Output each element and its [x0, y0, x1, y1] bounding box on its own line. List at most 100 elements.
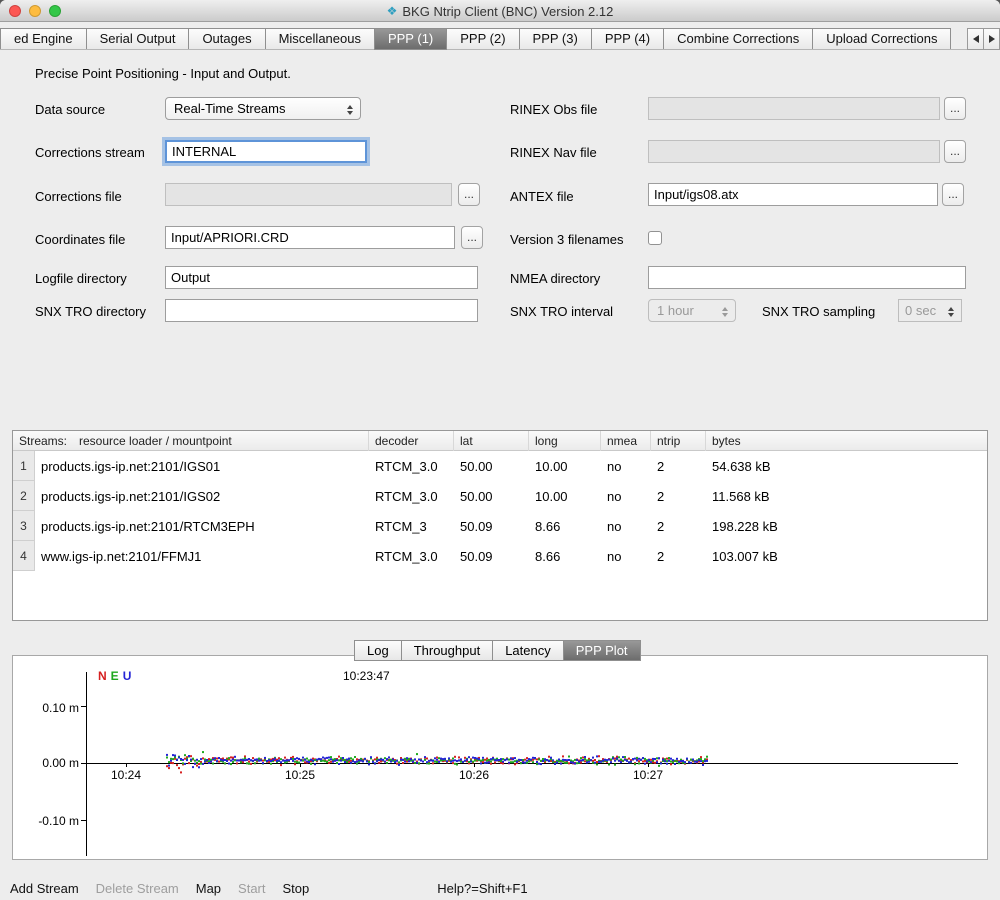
bottom-tab-throughput[interactable]: Throughput: [401, 640, 494, 661]
delete-stream-button: Delete Stream: [96, 881, 179, 896]
cell-ntrip: 2: [651, 489, 706, 504]
cell-nmea: no: [601, 459, 651, 474]
col-header-bytes: bytes: [706, 431, 987, 451]
tab-ppp-2[interactable]: PPP (2): [446, 28, 519, 50]
rinex-nav-input[interactable]: [648, 140, 940, 163]
cell-lat: 50.00: [454, 489, 529, 504]
cell-bytes: 11.568 kB: [706, 489, 987, 504]
snx-tro-interval-select[interactable]: 1 hour: [648, 299, 736, 322]
rinex-obs-input[interactable]: [648, 97, 940, 120]
table-row[interactable]: 2 products.igs-ip.net:2101/IGS02 RTCM_3.…: [13, 481, 987, 511]
rinex-nav-label: RINEX Nav file: [510, 145, 597, 160]
cell-ntrip: 2: [651, 459, 706, 474]
snx-tro-sampling-label: SNX TRO sampling: [762, 304, 875, 319]
tab-ppp-4[interactable]: PPP (4): [591, 28, 664, 50]
cell-nmea: no: [601, 489, 651, 504]
stepper-icon: [343, 101, 357, 118]
tab-serial-output[interactable]: Serial Output: [86, 28, 190, 50]
coordinates-file-input[interactable]: [165, 226, 455, 249]
cell-long: 10.00: [529, 459, 601, 474]
antex-file-browse-button[interactable]: ...: [942, 183, 964, 206]
streams-label: Streams:: [19, 431, 67, 451]
titlebar[interactable]: ❖ BKG Ntrip Client (BNC) Version 2.12: [0, 0, 1000, 22]
table-row[interactable]: 1 products.igs-ip.net:2101/IGS01 RTCM_3.…: [13, 451, 987, 481]
cell-long: 10.00: [529, 489, 601, 504]
y-axis-label: 0.10 m: [17, 701, 79, 715]
corrections-file-input[interactable]: [165, 183, 452, 206]
cell-mountpoint: www.igs-ip.net:2101/FFMJ1: [35, 549, 369, 564]
version3-filenames-checkbox[interactable]: [648, 231, 662, 245]
coordinates-file-browse-button[interactable]: ...: [461, 226, 483, 249]
zoom-button[interactable]: [49, 5, 61, 17]
cell-mountpoint: products.igs-ip.net:2101/RTCM3EPH: [35, 519, 369, 534]
tab-ppp-3[interactable]: PPP (3): [519, 28, 592, 50]
window-title-text: BKG Ntrip Client (BNC) Version 2.12: [402, 4, 613, 19]
snx-tro-directory-input[interactable]: [165, 299, 478, 322]
ppp-plot-chart: [13, 656, 987, 859]
cell-decoder: RTCM_3: [369, 519, 454, 534]
col-header-long: long: [529, 431, 601, 451]
close-button[interactable]: [9, 5, 21, 17]
col-header-nmea: nmea: [601, 431, 651, 451]
col-header-ntrip: ntrip: [651, 431, 706, 451]
corrections-stream-input[interactable]: [165, 140, 367, 163]
x-axis-label: 10:25: [280, 768, 320, 782]
cell-bytes: 198.228 kB: [706, 519, 987, 534]
add-stream-button[interactable]: Add Stream: [10, 881, 79, 896]
row-number: 3: [13, 511, 35, 541]
cell-long: 8.66: [529, 549, 601, 564]
tab-miscellaneous[interactable]: Miscellaneous: [265, 28, 375, 50]
nmea-directory-input[interactable]: [648, 266, 966, 289]
nmea-directory-label: NMEA directory: [510, 271, 600, 286]
version3-filenames-label: Version 3 filenames: [510, 232, 623, 247]
col-header-mountpoint: Streams: resource loader / mountpoint: [13, 431, 369, 451]
minimize-button[interactable]: [29, 5, 41, 17]
table-row[interactable]: 3 products.igs-ip.net:2101/RTCM3EPH RTCM…: [13, 511, 987, 541]
antex-file-label: ANTEX file: [510, 189, 574, 204]
plot-legend: N E U: [98, 669, 131, 683]
tab-upload-corrections[interactable]: Upload Corrections: [812, 28, 951, 50]
tab-feed-engine[interactable]: ed Engine: [0, 28, 87, 50]
rinex-obs-browse-button[interactable]: ...: [944, 97, 966, 120]
legend-series-n: N: [98, 669, 107, 683]
cell-nmea: no: [601, 549, 651, 564]
cell-mountpoint: products.igs-ip.net:2101/IGS01: [35, 459, 369, 474]
cell-lat: 50.09: [454, 549, 529, 564]
snx-tro-sampling-spinner[interactable]: 0 sec: [898, 299, 962, 322]
cell-mountpoint: products.igs-ip.net:2101/IGS02: [35, 489, 369, 504]
tab-ppp-1[interactable]: PPP (1): [374, 28, 447, 50]
snx-tro-sampling-value: 0 sec: [905, 303, 936, 318]
tab-scroll-right-icon[interactable]: [983, 28, 1000, 50]
data-source-label: Data source: [35, 102, 105, 117]
antex-file-input[interactable]: [648, 183, 938, 206]
tab-combine-corrections[interactable]: Combine Corrections: [663, 28, 813, 50]
start-button: Start: [238, 881, 265, 896]
window-title: ❖ BKG Ntrip Client (BNC) Version 2.12: [0, 0, 1000, 22]
snx-tro-directory-label: SNX TRO directory: [35, 304, 146, 319]
row-number: 2: [13, 481, 35, 511]
map-button[interactable]: Map: [196, 881, 221, 896]
cell-long: 8.66: [529, 519, 601, 534]
y-axis-label: -0.10 m: [17, 814, 79, 828]
tab-outages[interactable]: Outages: [188, 28, 265, 50]
rinex-nav-browse-button[interactable]: ...: [944, 140, 966, 163]
x-axis-label: 10:27: [628, 768, 668, 782]
rinex-obs-label: RINEX Obs file: [510, 102, 597, 117]
cell-decoder: RTCM_3.0: [369, 489, 454, 504]
cell-lat: 50.09: [454, 519, 529, 534]
spinner-arrows-icon: [944, 303, 958, 320]
stop-button[interactable]: Stop: [283, 881, 310, 896]
bottom-tab-latency[interactable]: Latency: [492, 640, 564, 661]
logfile-directory-input[interactable]: [165, 266, 478, 289]
bottom-tab-log[interactable]: Log: [354, 640, 402, 661]
tab-scroll-left-icon[interactable]: [967, 28, 984, 50]
col-header-lat: lat: [454, 431, 529, 451]
table-row[interactable]: 4 www.igs-ip.net:2101/FFMJ1 RTCM_3.0 50.…: [13, 541, 987, 571]
ppp-plot-panel: N E U 10:23:47 0.10 m 0.00 m -0.10 m 10:…: [12, 655, 988, 860]
bottom-tab-ppp-plot[interactable]: PPP Plot: [563, 640, 641, 661]
col-header-decoder: decoder: [369, 431, 454, 451]
legend-series-u: U: [123, 669, 132, 683]
corrections-file-browse-button[interactable]: ...: [458, 183, 480, 206]
data-source-select[interactable]: Real-Time Streams: [165, 97, 361, 120]
x-axis-label: 10:26: [454, 768, 494, 782]
